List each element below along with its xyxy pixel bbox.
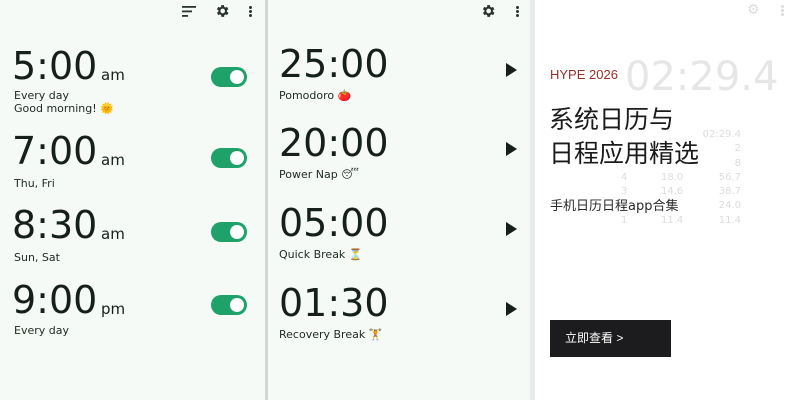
alarm-toggle[interactable] [211,295,247,315]
timer-duration: 01:30 [279,281,389,325]
toggle-knob [230,151,244,165]
promo-kicker: HYPE 2026 [550,67,618,82]
lap-total: 24.0 [718,200,741,212]
timer-label: Power Nap 😴 [279,168,359,181]
alarm-period: am [101,66,125,84]
alarm-toggle[interactable] [211,148,247,168]
more-vert-icon[interactable] [241,2,259,20]
timer-label: Pomodoro 🍅 [279,89,352,102]
alarm-time: 8:30 [12,203,98,247]
alarm-item[interactable]: 8:30 am Sun, Sat [0,203,265,283]
alarm-time: 7:00 [12,129,98,173]
alarm-period: pm [101,300,126,318]
alarm-toggle[interactable] [211,222,247,242]
lap-row: 1 11.4 11.4 [621,214,741,228]
alarm-repeat-days: Every day [14,324,69,337]
play-icon[interactable] [506,222,517,236]
sort-icon[interactable] [180,2,198,20]
stopwatch-time: 02:29.4 [625,54,779,100]
alarm-item[interactable]: 5:00 am Every day Good morning! 🌞 [0,44,265,124]
lap-split: 18.0 [661,171,684,183]
lap-number: 4 [621,171,628,183]
timer-label: Recovery Break 🏋 [279,328,383,341]
alarm-repeat-days: Sun, Sat [14,251,60,264]
lap-total: 02:29.4 [702,129,741,140]
toggle-knob [230,298,244,312]
timer-item[interactable]: 05:00 Quick Break ⏳ [268,201,530,281]
lap-row: 4 18.0 56.7 [621,171,741,185]
alarm-item[interactable]: 9:00 pm Every day [0,278,265,358]
more-vert-icon[interactable] [508,2,526,20]
lap-total: 56.7 [718,171,741,183]
view-now-button[interactable]: 立即查看 > [550,320,671,357]
promo-title: 系统日历与 日程应用精选 [549,103,699,171]
more-vert-icon [781,5,784,16]
alarm-time: 9:00 [12,278,98,322]
alarm-item[interactable]: 7:00 am Thu, Fri [0,129,265,209]
lap-total: 2 [734,143,741,155]
timer-label: Quick Break ⏳ [279,248,363,261]
timer-item[interactable]: 01:30 Recovery Break 🏋 [268,281,530,361]
promo-title-line: 系统日历与 [549,105,675,134]
alarm-repeat-days: Every day [14,89,69,102]
alarm-repeat-days: Thu, Fri [14,177,55,190]
lap-number: 1 [621,214,628,226]
play-icon[interactable] [506,63,517,77]
play-icon[interactable] [506,142,517,156]
timer-item[interactable]: 20:00 Power Nap 😴 [268,121,530,201]
alarm-list-panel: 5:00 am Every day Good morning! 🌞 7:00 a… [0,0,265,400]
alarm-time: 5:00 [12,44,98,88]
promo-panel: ⚙ 02:29.4 02:29.4 2 8 4 18.0 56.7 3 14.6… [535,0,800,400]
play-icon[interactable] [506,302,517,316]
toggle-knob [230,225,244,239]
toggle-knob [230,70,244,84]
gear-icon[interactable] [479,2,497,20]
timer-duration: 25:00 [279,42,389,86]
gear-icon: ⚙ [747,2,760,18]
alarm-note: Good morning! 🌞 [14,102,114,115]
timer-list-panel: 25:00 Pomodoro 🍅 20:00 Power Nap 😴 05:00… [268,0,530,400]
alarm-toggle[interactable] [211,67,247,87]
promo-title-line: 日程应用精选 [549,139,700,168]
gear-icon[interactable] [213,2,231,20]
alarm-period: am [101,151,125,169]
promo-subtitle: 手机日历日程app合集 [550,199,679,214]
alarm-period: am [101,225,125,243]
timer-duration: 05:00 [279,201,389,245]
lap-total: 11.4 [718,214,741,226]
lap-total: 8 [734,157,741,169]
lap-total: 38.7 [718,186,741,198]
timer-item[interactable]: 25:00 Pomodoro 🍅 [268,42,530,122]
lap-split: 11.4 [661,214,684,226]
timer-duration: 20:00 [279,121,389,165]
